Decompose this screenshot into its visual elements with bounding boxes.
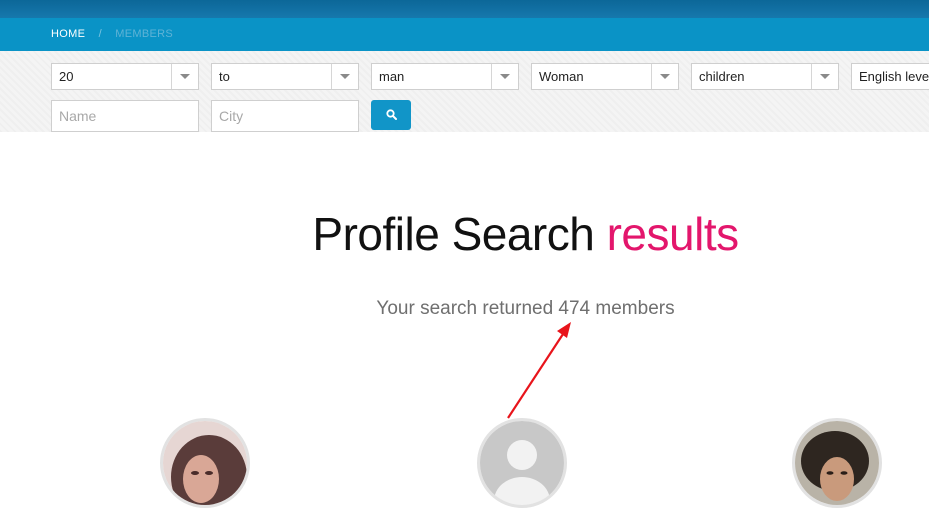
search-filters: 20 to man Woman children English level [0, 51, 929, 132]
chevron-down-icon [651, 64, 678, 89]
member-avatar[interactable] [792, 418, 882, 508]
chevron-down-icon [171, 64, 198, 89]
page-title-accent: results [606, 208, 739, 260]
name-input[interactable] [51, 100, 199, 132]
children-select[interactable]: children [691, 63, 839, 90]
breadcrumb: HOME / MEMBERS [51, 28, 173, 40]
member-photo [795, 421, 879, 505]
seeking-value: Woman [539, 69, 584, 84]
member-avatar[interactable] [160, 418, 250, 508]
search-icon [386, 109, 397, 120]
member-photo [163, 421, 247, 505]
age-to-value: to [219, 69, 230, 84]
breadcrumb-home-link[interactable]: HOME [51, 28, 85, 40]
page-title-main: Profile Search [312, 208, 595, 260]
age-to-select[interactable]: to [211, 63, 359, 90]
age-from-select[interactable]: 20 [51, 63, 199, 90]
breadcrumb-bar: HOME / MEMBERS [0, 18, 929, 51]
top-bar [0, 0, 929, 18]
gender-value: man [379, 69, 405, 84]
city-input[interactable] [211, 100, 359, 132]
gender-select[interactable]: man [371, 63, 519, 90]
search-button[interactable] [371, 100, 411, 130]
english-level-select[interactable]: English level [851, 63, 929, 90]
english-level-value: English level [859, 69, 929, 84]
member-avatar-placeholder[interactable] [477, 418, 567, 508]
seeking-select[interactable]: Woman [531, 63, 679, 90]
breadcrumb-separator: / [98, 28, 102, 40]
breadcrumb-current: MEMBERS [115, 28, 173, 40]
chevron-down-icon [331, 64, 358, 89]
results-summary: Your search returned 474 members [376, 298, 675, 319]
page-title: Profile Search results [0, 207, 929, 261]
children-value: children [699, 69, 745, 84]
chevron-down-icon [491, 64, 518, 89]
age-from-value: 20 [59, 69, 74, 84]
user-placeholder-icon [480, 421, 564, 505]
chevron-down-icon [811, 64, 838, 89]
